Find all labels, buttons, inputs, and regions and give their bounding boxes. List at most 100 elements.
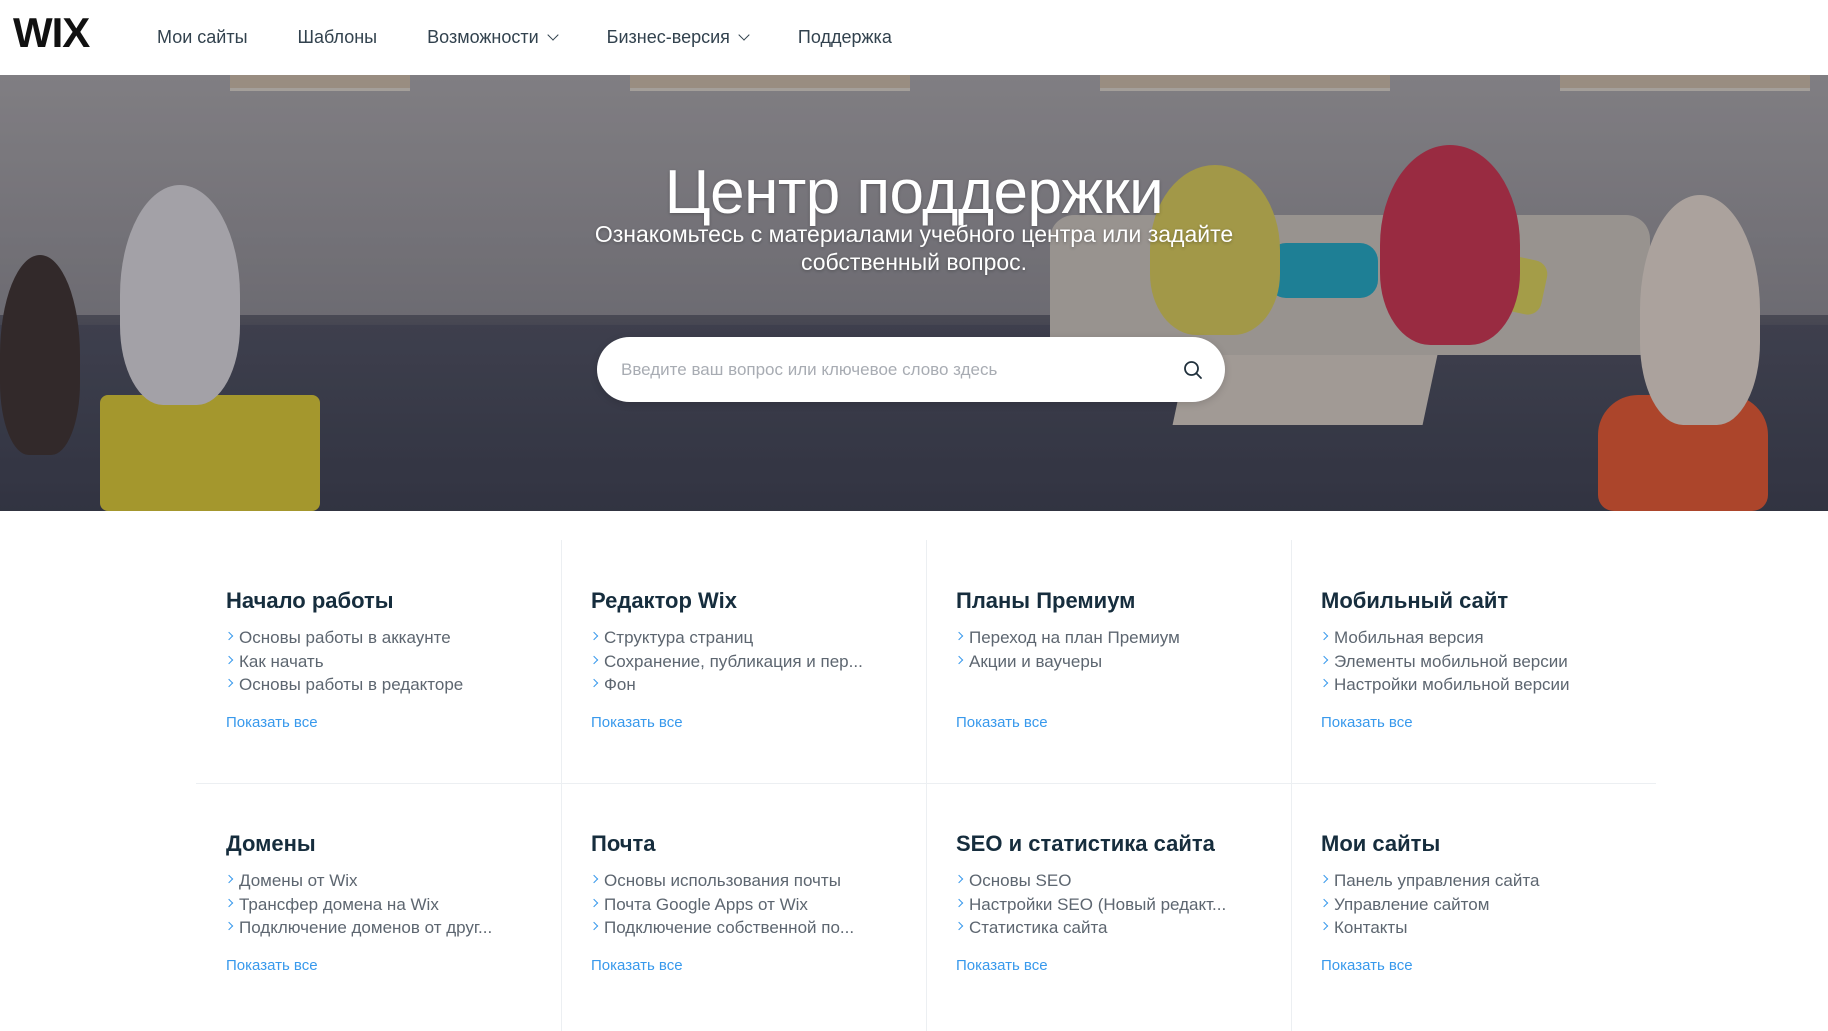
category-link[interactable]: Основы SEO xyxy=(956,869,1251,893)
category-link[interactable]: Мобильная версия xyxy=(1321,626,1616,650)
category-title[interactable]: SEO и статистика сайта xyxy=(956,831,1261,857)
chevron-right-icon xyxy=(956,898,964,907)
chevron-right-icon xyxy=(226,874,234,884)
category-link[interactable]: Статистика сайта xyxy=(956,916,1251,940)
nav-item-label: Шаблоны xyxy=(297,27,378,47)
category-link[interactable]: Структура страниц xyxy=(591,626,886,650)
category-link[interactable]: Трансфер домена на Wix xyxy=(226,893,521,917)
category-link[interactable]: Основы использования почты xyxy=(591,869,886,893)
show-all-link[interactable]: Показать все xyxy=(1321,714,1413,731)
category-link-label: Фон xyxy=(604,675,636,694)
chevron-right-icon xyxy=(1321,874,1329,884)
show-all-link[interactable]: Показать все xyxy=(591,714,683,731)
show-all-link[interactable]: Показать все xyxy=(591,957,683,974)
category-link[interactable]: Панель управления сайта xyxy=(1321,869,1616,893)
chevron-down-icon xyxy=(547,29,559,41)
category-title[interactable]: Начало работы xyxy=(226,588,531,614)
category-link-label: Статистика сайта xyxy=(969,918,1108,937)
category-link-label: Настройки SEO (Новый редакт... xyxy=(969,894,1227,914)
category-link-label: Домены от Wix xyxy=(239,871,358,890)
nav-item-label: Мои сайты xyxy=(157,27,248,47)
header-blank-area xyxy=(1668,6,1828,58)
nav-item-templates[interactable]: Шаблоны xyxy=(298,27,378,48)
category-links: Структура страниц Сохранение, публикация… xyxy=(591,626,896,697)
category-title[interactable]: Домены xyxy=(226,831,531,857)
category-links: Переход на план Премиум Акции и ваучеры xyxy=(956,626,1261,673)
category-link[interactable]: Основы работы в редакторе xyxy=(226,673,521,697)
category-links: Домены от Wix Трансфер домена на Wix Под… xyxy=(226,869,531,940)
nav-item-support[interactable]: Поддержка xyxy=(798,27,892,48)
category-card-domains: Домены Домены от Wix Трансфер домена на … xyxy=(196,783,561,1026)
chevron-right-icon xyxy=(1321,921,1329,931)
hero-overlay xyxy=(0,75,1828,511)
chevron-right-icon xyxy=(1321,631,1329,641)
category-card-mobile-site: Мобильный сайт Мобильная версия Элементы… xyxy=(1291,540,1656,783)
category-links: Мобильная версия Элементы мобильной верс… xyxy=(1321,626,1626,697)
category-title[interactable]: Мобильный сайт xyxy=(1321,588,1626,614)
header-blank-area xyxy=(918,4,998,50)
chevron-right-icon xyxy=(591,898,599,907)
category-link[interactable]: Управление сайтом xyxy=(1321,893,1616,917)
category-links: Основы использования почты Почта Google … xyxy=(591,869,896,940)
nav-item-label: Бизнес-версия xyxy=(606,27,730,47)
category-card-my-sites: Мои сайты Панель управления сайта Управл… xyxy=(1291,783,1656,1026)
show-all-link[interactable]: Показать все xyxy=(226,714,318,731)
category-link-label: Акции и ваучеры xyxy=(969,651,1103,671)
search-bar xyxy=(597,337,1225,402)
chevron-right-icon xyxy=(591,921,599,931)
top-header: WIX Мои сайты Шаблоны Возможности Бизнес… xyxy=(0,0,1828,75)
category-link[interactable]: Переход на план Премиум xyxy=(956,626,1251,650)
nav-item-business[interactable]: Бизнес-версия xyxy=(606,27,750,48)
categories-grid: Начало работы Основы работы в аккаунте К… xyxy=(196,540,1656,1031)
category-link-label: Основы SEO xyxy=(969,871,1072,890)
category-link[interactable]: Контакты xyxy=(1321,916,1616,940)
chevron-right-icon xyxy=(956,921,964,931)
show-all-link[interactable]: Показать все xyxy=(956,714,1048,731)
chevron-right-icon xyxy=(591,631,599,641)
category-link[interactable]: Подключение собственной по... xyxy=(591,916,886,940)
category-card-wix-editor: Редактор Wix Структура страниц Сохранени… xyxy=(561,540,926,783)
search-icon[interactable] xyxy=(1182,359,1204,381)
chevron-down-icon xyxy=(738,29,750,41)
search-input[interactable] xyxy=(621,337,1161,402)
category-link-label: Почта Google Apps от Wix xyxy=(604,894,808,914)
category-link-label: Управление сайтом xyxy=(1334,894,1490,914)
category-link[interactable]: Настройки мобильной версии xyxy=(1321,673,1616,697)
category-link[interactable]: Акции и ваучеры xyxy=(956,650,1251,674)
category-link-label: Настройки мобильной версии xyxy=(1334,675,1570,694)
show-all-link[interactable]: Показать все xyxy=(226,957,318,974)
category-card-premium-plans: Планы Премиум Переход на план Премиум Ак… xyxy=(926,540,1291,783)
nav-item-my-sites[interactable]: Мои сайты xyxy=(157,27,248,48)
nav-item-label: Поддержка xyxy=(797,27,892,47)
category-link-label: Подключение доменов от друг... xyxy=(239,918,493,937)
category-title[interactable]: Редактор Wix xyxy=(591,588,896,614)
chevron-right-icon xyxy=(591,655,599,664)
category-link[interactable]: Настройки SEO (Новый редакт... xyxy=(956,893,1251,917)
category-link[interactable]: Почта Google Apps от Wix xyxy=(591,893,886,917)
show-all-link[interactable]: Показать все xyxy=(1321,957,1413,974)
category-links: Основы SEO Настройки SEO (Новый редакт..… xyxy=(956,869,1261,940)
category-link-label: Структура страниц xyxy=(604,628,754,647)
category-link-label: Как начать xyxy=(239,651,324,671)
category-link[interactable]: Элементы мобильной версии xyxy=(1321,650,1616,674)
wix-logo[interactable]: WIX xyxy=(13,12,90,54)
category-link[interactable]: Как начать xyxy=(226,650,521,674)
category-link[interactable]: Сохранение, публикация и пер... xyxy=(591,650,886,674)
category-title[interactable]: Планы Премиум xyxy=(956,588,1261,614)
category-link-label: Основы использования почты xyxy=(604,871,841,890)
chevron-right-icon xyxy=(1321,678,1329,688)
category-link-label: Основы работы в аккаунте xyxy=(239,628,451,647)
nav-item-features[interactable]: Возможности xyxy=(427,27,559,48)
chevron-right-icon xyxy=(591,874,599,884)
category-title[interactable]: Почта xyxy=(591,831,896,857)
chevron-right-icon xyxy=(956,655,964,664)
category-title[interactable]: Мои сайты xyxy=(1321,831,1626,857)
category-link[interactable]: Фон xyxy=(591,673,886,697)
category-link[interactable]: Основы работы в аккаунте xyxy=(226,626,521,650)
category-card-seo: SEO и статистика сайта Основы SEO Настро… xyxy=(926,783,1291,1026)
category-link[interactable]: Домены от Wix xyxy=(226,869,521,893)
show-all-link[interactable]: Показать все xyxy=(956,957,1048,974)
chevron-right-icon xyxy=(1321,655,1329,664)
category-link[interactable]: Подключение доменов от друг... xyxy=(226,916,521,940)
main-nav: Мои сайты Шаблоны Возможности Бизнес-вер… xyxy=(157,0,942,75)
